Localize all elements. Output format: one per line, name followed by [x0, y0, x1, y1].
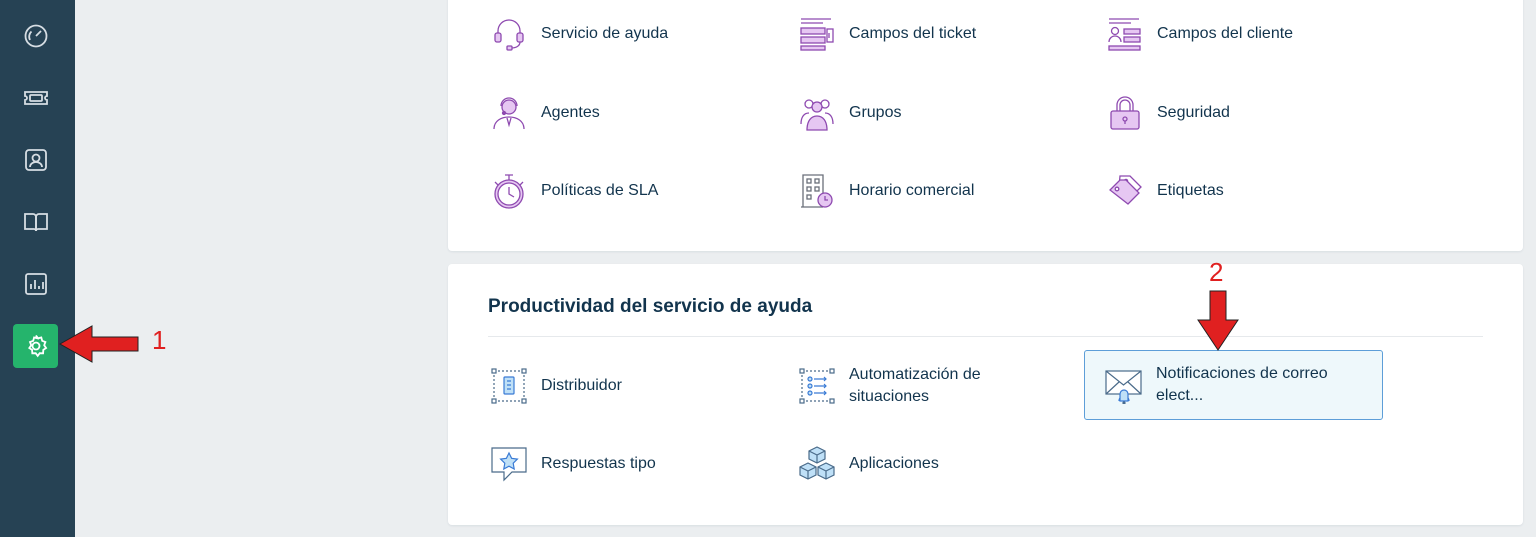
settings-item-business-hours[interactable]: Horario comercial [796, 156, 1094, 226]
agent-icon [489, 93, 529, 133]
contacts-nav-button[interactable] [13, 138, 58, 182]
annotation-arrow-left [58, 325, 139, 363]
section-title: Productividad del servicio de ayuda [488, 296, 813, 317]
settings-item-label: Grupos [849, 104, 902, 121]
settings-item-tags[interactable]: Etiquetas [1104, 156, 1402, 226]
envelope-bell-icon [1104, 365, 1144, 405]
automation-icon [797, 366, 837, 406]
annotation-arrow-down [1197, 290, 1239, 351]
cubes-icon [797, 444, 837, 484]
settings-item-groups[interactable]: Grupos [796, 78, 1094, 148]
padlock-icon [1105, 93, 1145, 133]
settings-item-ticket-fields[interactable]: Campos del ticket [796, 0, 1094, 69]
settings-item-label: Servicio de ayuda [541, 25, 669, 42]
settings-item-label: Notificaciones de correo elect... [1156, 365, 1328, 404]
settings-item-label: Distribuidor [541, 377, 622, 394]
contact-card-icon [24, 149, 47, 171]
dispatcher-icon [489, 366, 529, 406]
customer-fields-icon [1105, 14, 1145, 54]
settings-item-label: Respuestas tipo [541, 455, 656, 472]
dashboard-nav-button[interactable] [13, 14, 58, 58]
speedometer-icon [24, 24, 47, 48]
stopwatch-icon [489, 171, 529, 211]
settings-item-label: Horario comercial [849, 182, 975, 199]
settings-item-label: Políticas de SLA [541, 182, 659, 199]
settings-item-customer-fields[interactable]: Campos del cliente [1104, 0, 1402, 69]
settings-item-label: Campos del ticket [849, 25, 977, 42]
annotation-marker-2: 2 [1209, 257, 1224, 287]
settings-item-label: Campos del cliente [1157, 25, 1294, 42]
settings-item-label: Aplicaciones [849, 455, 939, 472]
canned-response-icon [489, 444, 529, 484]
settings-item-sla-policies[interactable]: Políticas de SLA [488, 156, 786, 226]
group-icon [797, 93, 837, 133]
annotation-marker-1: 1 [152, 325, 167, 355]
settings-card-general: Servicio de ayuda Campos del ticket Camp… [448, 0, 1523, 251]
book-icon [23, 213, 48, 232]
ticket-fields-icon [797, 14, 837, 54]
sidebar [0, 0, 75, 537]
settings-item-canned-responses[interactable]: Respuestas tipo [488, 429, 786, 499]
building-clock-icon [797, 171, 837, 211]
settings-item-email-notifications[interactable]: Notificaciones de correo elect... [1084, 350, 1383, 420]
settings-item-apps[interactable]: Aplicaciones [796, 429, 1094, 499]
settings-item-label: Etiquetas [1157, 182, 1224, 199]
settings-item-helpdesk[interactable]: Servicio de ayuda [488, 0, 786, 69]
admin-nav-button[interactable] [13, 324, 58, 368]
reports-nav-button[interactable] [13, 262, 58, 306]
settings-item-dispatcher[interactable]: Distribuidor [488, 351, 786, 421]
headset-icon [489, 14, 529, 54]
tags-icon [1105, 171, 1145, 211]
settings-item-security[interactable]: Seguridad [1104, 78, 1402, 148]
gear-icon [27, 334, 47, 358]
solutions-nav-button[interactable] [13, 200, 58, 244]
bar-chart-icon [24, 273, 47, 295]
settings-item-label: Automatización de situaciones [849, 366, 981, 405]
section-divider [488, 336, 1483, 337]
ticket-icon [23, 91, 48, 105]
tickets-nav-button[interactable] [13, 76, 58, 120]
settings-card-productivity: Productividad del servicio de ayuda Dist… [448, 264, 1523, 525]
settings-item-scenario-automation[interactable]: Automatización de situaciones [796, 351, 1094, 421]
settings-item-agents[interactable]: Agentes [488, 78, 786, 148]
settings-item-label: Seguridad [1157, 104, 1230, 121]
settings-item-label: Agentes [541, 104, 600, 121]
